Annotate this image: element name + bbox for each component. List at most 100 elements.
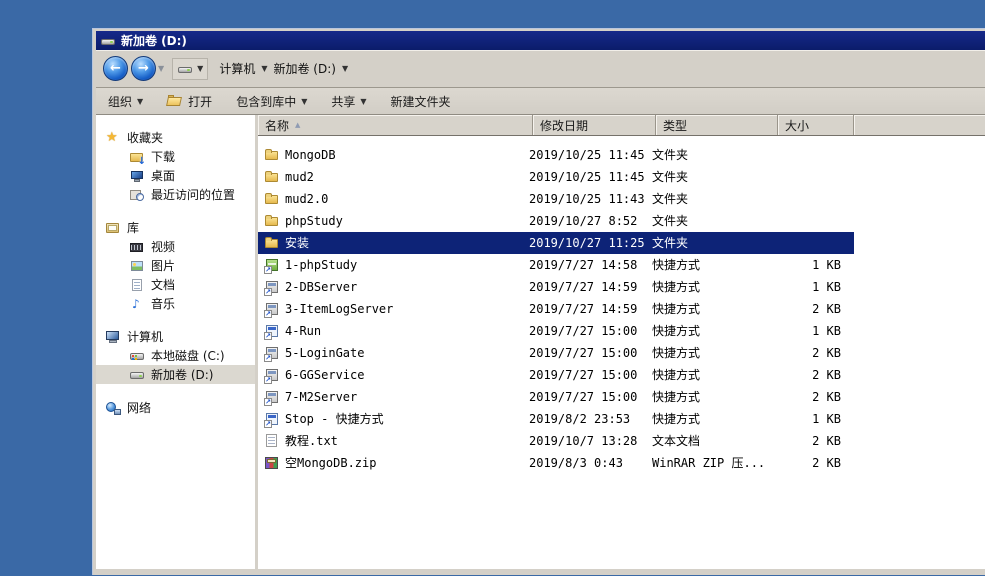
table-row[interactable]: 1-phpStudy2019/7/27 14:58快捷方式1 KB (258, 254, 854, 276)
sidebar-group-label: 收藏夹 (127, 129, 163, 146)
sidebar-group-header[interactable]: 网络 (96, 398, 255, 417)
file-type: 快捷方式 (652, 254, 774, 276)
music-icon (129, 296, 145, 312)
column-header-label: 修改日期 (540, 117, 588, 134)
sidebar-item[interactable]: 最近访问的位置 (96, 185, 255, 204)
file-size: 2 KB (774, 364, 850, 386)
desktop-icon (129, 168, 145, 184)
sidebar-group: 收藏夹下载桌面最近访问的位置 (96, 128, 255, 204)
video-icon (129, 239, 145, 255)
file-shortcut-app-icon (264, 301, 280, 317)
sidebar-group-header[interactable]: 收藏夹 (96, 128, 255, 147)
breadcrumb-dropdown-icon[interactable]: ▼ (261, 64, 267, 73)
sidebar-item-label: 最近访问的位置 (151, 186, 235, 203)
sidebar-item[interactable]: 桌面 (96, 166, 255, 185)
disk-d-icon (129, 367, 145, 383)
sidebar-group-header[interactable]: 库 (96, 218, 255, 237)
sidebar-group-label: 计算机 (127, 328, 163, 345)
file-modified-date: 2019/10/25 11:45 (529, 166, 652, 188)
sidebar-item-label: 音乐 (151, 295, 175, 312)
table-row[interactable]: 7-M2Server2019/7/27 15:00快捷方式2 KB (258, 386, 854, 408)
file-size: 2 KB (774, 386, 850, 408)
table-row[interactable]: Stop - 快捷方式2019/8/2 23:53快捷方式1 KB (258, 408, 854, 430)
file-shortcut-app-icon (264, 367, 280, 383)
file-modified-date: 2019/7/27 14:59 (529, 276, 652, 298)
sidebar-item[interactable]: 视频 (96, 237, 255, 256)
download-icon (129, 149, 145, 165)
sidebar-item-label: 新加卷 (D:) (151, 366, 213, 383)
table-row[interactable]: 3-ItemLogServer2019/7/27 14:59快捷方式2 KB (258, 298, 854, 320)
breadcrumb-dropdown-icon[interactable]: ▼ (342, 64, 348, 73)
sidebar-item-label: 文档 (151, 276, 175, 293)
table-row[interactable]: 4-Run2019/7/27 15:00快捷方式1 KB (258, 320, 854, 342)
file-size: 2 KB (774, 342, 850, 364)
table-row[interactable]: 空MongoDB.zip2019/8/3 0:43WinRAR ZIP 压...… (258, 452, 854, 474)
file-modified-date: 2019/10/25 11:43 (529, 188, 652, 210)
file-modified-date: 2019/8/3 0:43 (529, 452, 652, 474)
toolbar-button-label: 包含到库中 (236, 93, 296, 110)
file-name: mud2 (280, 166, 529, 188)
toolbar-button-组织[interactable]: 组织▼ (108, 93, 143, 110)
file-modified-date: 2019/7/27 14:58 (529, 254, 652, 276)
column-header-修改日期[interactable]: 修改日期 (533, 115, 656, 135)
recent-pages-dropdown-icon[interactable]: ▼ (158, 64, 164, 73)
file-folder-icon (264, 169, 280, 185)
recent-icon (129, 187, 145, 203)
file-type: 文件夹 (652, 166, 774, 188)
sidebar-item[interactable]: 音乐 (96, 294, 255, 313)
column-header-名称[interactable]: 名称▲ (258, 115, 533, 135)
sidebar-item[interactable]: 本地磁盘 (C:) (96, 346, 255, 365)
sidebar-item[interactable]: 文档 (96, 275, 255, 294)
table-row[interactable]: 教程.txt2019/10/7 13:28文本文档2 KB (258, 430, 854, 452)
table-row[interactable]: mud2.02019/10/25 11:43文件夹 (258, 188, 854, 210)
chevron-down-icon: ▼ (137, 97, 143, 106)
network-icon (105, 400, 121, 416)
table-row[interactable]: 2-DBServer2019/7/27 14:59快捷方式1 KB (258, 276, 854, 298)
file-type: 快捷方式 (652, 364, 774, 386)
table-row[interactable]: 安装2019/10/27 11:25文件夹 (258, 232, 854, 254)
table-row[interactable]: mud22019/10/25 11:45文件夹 (258, 166, 854, 188)
file-size: 1 KB (774, 320, 850, 342)
address-drive-chip[interactable]: ▼ (172, 58, 208, 80)
toolbar-button-共享[interactable]: 共享▼ (331, 93, 366, 110)
file-name: 空MongoDB.zip (280, 452, 529, 474)
forward-button[interactable]: → (131, 56, 156, 81)
sort-ascending-icon: ▲ (295, 121, 300, 129)
file-size: 2 KB (774, 452, 850, 474)
sidebar-item-label: 桌面 (151, 167, 175, 184)
explorer-window: 新加卷 (D:) ← → ▼ ▼ 计算机▼新加卷 (D:)▼ 组织▼打开包含到库… (92, 28, 985, 575)
toolbar-button-新建文件夹[interactable]: 新建文件夹 (391, 93, 451, 110)
sidebar-item-label: 下载 (151, 148, 175, 165)
toolbar-button-label: 新建文件夹 (391, 93, 451, 110)
sidebar-item[interactable]: 新加卷 (D:) (96, 365, 255, 384)
table-row[interactable]: phpStudy2019/10/27 8:52文件夹 (258, 210, 854, 232)
sidebar-item[interactable]: 下载 (96, 147, 255, 166)
file-shortcut-php-icon (264, 257, 280, 273)
file-type: WinRAR ZIP 压... (652, 452, 774, 474)
file-type: 快捷方式 (652, 276, 774, 298)
file-modified-date: 2019/10/27 8:52 (529, 210, 652, 232)
sidebar-item-label: 图片 (151, 257, 175, 274)
toolbar-button-打开[interactable]: 打开 (167, 93, 212, 110)
back-button[interactable]: ← (103, 56, 128, 81)
toolbar-button-包含到库中[interactable]: 包含到库中▼ (236, 93, 307, 110)
breadcrumb-item[interactable]: 新加卷 (D:) (270, 59, 338, 78)
breadcrumb-item[interactable]: 计算机 (216, 59, 258, 78)
file-list-pane: 名称▲修改日期类型大小 MongoDB2019/10/25 11:45文件夹mu… (258, 115, 985, 569)
file-shortcut-run-icon (264, 323, 280, 339)
navigation-pane: 收藏夹下载桌面最近访问的位置库视频图片文档音乐计算机本地磁盘 (C:)新加卷 (… (96, 115, 255, 569)
sidebar-item[interactable]: 图片 (96, 256, 255, 275)
file-name: mud2.0 (280, 188, 529, 210)
table-row[interactable]: MongoDB2019/10/25 11:45文件夹 (258, 144, 854, 166)
file-type: 快捷方式 (652, 342, 774, 364)
file-name: MongoDB (280, 144, 529, 166)
table-row[interactable]: 6-GGService2019/7/27 15:00快捷方式2 KB (258, 364, 854, 386)
table-row[interactable]: 5-LoginGate2019/7/27 15:00快捷方式2 KB (258, 342, 854, 364)
column-header-大小[interactable]: 大小 (778, 115, 854, 135)
sidebar-item-label: 视频 (151, 238, 175, 255)
file-modified-date: 2019/8/2 23:53 (529, 408, 652, 430)
column-header-类型[interactable]: 类型 (656, 115, 778, 135)
sidebar-group-label: 库 (127, 219, 139, 236)
column-header-label: 大小 (785, 117, 809, 134)
sidebar-group-header[interactable]: 计算机 (96, 327, 255, 346)
